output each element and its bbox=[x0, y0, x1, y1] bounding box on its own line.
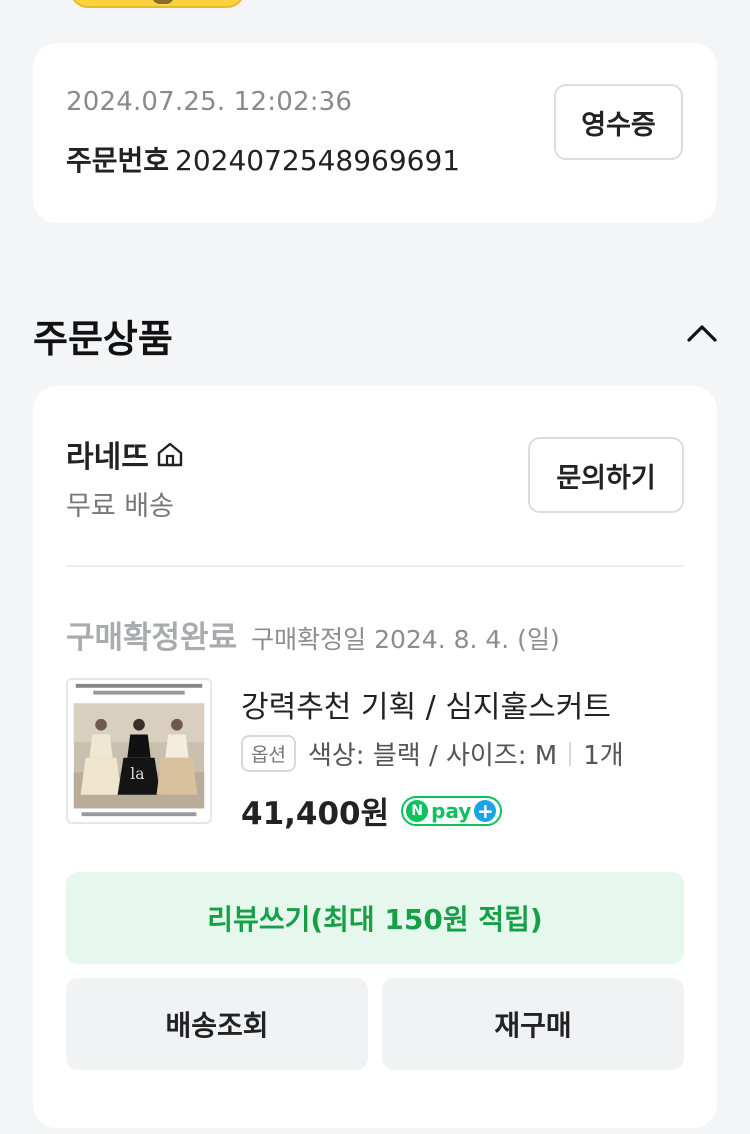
store-name-row[interactable]: 라네뜨 bbox=[66, 432, 185, 476]
purchase-status: 구매확정완료 구매확정일 2024. 8. 4. (일) bbox=[66, 612, 560, 657]
inquiry-button[interactable]: 문의하기 bbox=[528, 437, 684, 513]
npay-plus-badge: N pay + bbox=[401, 795, 503, 826]
option-text: 색상: 블랙 / 사이즈: M bbox=[307, 741, 558, 771]
svg-text:la: la bbox=[130, 765, 144, 783]
store-name[interactable]: 라네뜨 bbox=[66, 432, 149, 476]
product-image: la bbox=[68, 680, 210, 822]
option-separator bbox=[569, 741, 572, 766]
status-label: 구매확정완료 bbox=[66, 620, 238, 656]
plus-icon: + bbox=[474, 799, 497, 822]
pill-graphic bbox=[152, 0, 174, 4]
write-review-button[interactable]: 리뷰쓰기(최대 150원 적립) bbox=[66, 872, 684, 964]
option-line: 옵션 색상: 블랙 / 사이즈: M 1개 bbox=[241, 735, 624, 772]
rebuy-button[interactable]: 재구매 bbox=[382, 978, 684, 1070]
option-quantity: 1개 bbox=[583, 741, 624, 771]
track-delivery-button[interactable]: 배송조회 bbox=[66, 978, 368, 1070]
order-info-card: 2024.07.25. 12:02:36 주문번호 202407254896969… bbox=[33, 43, 717, 223]
product-card: 라네뜨 무료 배송 문의하기 구매확정완료 구매확정일 2024. 8. 4. … bbox=[33, 386, 717, 1128]
home-icon[interactable] bbox=[155, 439, 185, 469]
receipt-button[interactable]: 영수증 bbox=[554, 84, 683, 160]
order-number: 주문번호 2024072548969691 bbox=[66, 139, 460, 179]
order-number-value: 2024072548969691 bbox=[175, 144, 461, 177]
shipping-info: 무료 배송 bbox=[66, 491, 174, 522]
option-badge: 옵션 bbox=[241, 735, 296, 772]
top-yellow-pill bbox=[70, 0, 245, 8]
product-thumbnail[interactable]: la bbox=[66, 678, 212, 824]
product-price: 41,400원 bbox=[241, 796, 390, 832]
order-number-label: 주문번호 bbox=[66, 144, 170, 177]
chevron-up-icon[interactable] bbox=[686, 323, 718, 343]
divider bbox=[66, 565, 684, 567]
npay-text: pay bbox=[431, 798, 472, 823]
product-title[interactable]: 강력추천 기획 / 심지훌스커트 bbox=[241, 682, 611, 726]
confirm-date: 구매확정일 2024. 8. 4. (일) bbox=[251, 625, 560, 654]
price-line: 41,400원 N pay + bbox=[241, 788, 503, 833]
section-title: 주문상품 bbox=[33, 317, 173, 361]
order-datetime: 2024.07.25. 12:02:36 bbox=[66, 87, 353, 117]
npay-n-icon: N bbox=[406, 799, 429, 822]
